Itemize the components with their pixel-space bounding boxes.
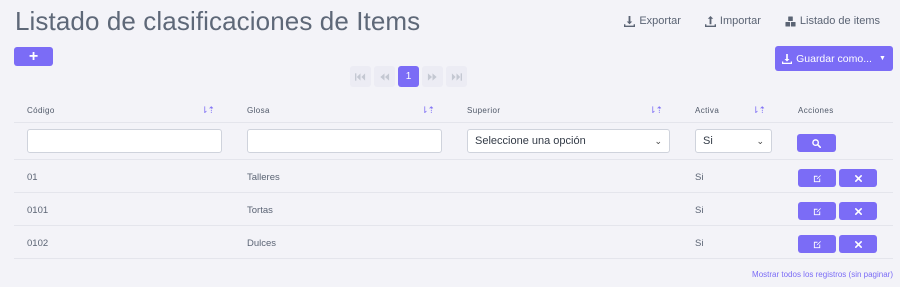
add-button[interactable]: + bbox=[14, 47, 53, 66]
save-as-button[interactable]: Guardar como... ▼ bbox=[775, 46, 893, 71]
header-activa: Activa bbox=[695, 106, 720, 115]
pagination: 1 bbox=[350, 66, 467, 87]
classifications-table: Código ⇂⇡ Glosa ⇂⇡ Superior ⇂⇡ Activa ⇂⇡… bbox=[14, 98, 893, 259]
edit-icon bbox=[813, 240, 821, 248]
table-row: 0102 Dulces Si bbox=[14, 226, 893, 259]
glosa-filter-input[interactable] bbox=[247, 129, 442, 153]
superior-filter-select[interactable]: Seleccione una opción ⌄ bbox=[467, 129, 670, 153]
last-page-icon bbox=[451, 72, 462, 81]
row-codigo: 0102 bbox=[27, 238, 49, 249]
activa-filter-select[interactable]: Si ⌄ bbox=[695, 129, 772, 153]
edit-button[interactable] bbox=[798, 235, 836, 253]
import-label: Importar bbox=[719, 15, 761, 27]
prev-page-button[interactable] bbox=[374, 66, 395, 87]
row-codigo: 01 bbox=[27, 172, 38, 183]
download-icon bbox=[624, 15, 636, 27]
page-title: Listado de clasificaciones de Items bbox=[15, 6, 421, 36]
header-glosa: Glosa bbox=[247, 106, 270, 115]
items-list-label: Listado de items bbox=[799, 15, 880, 27]
row-codigo: 0101 bbox=[27, 205, 49, 216]
last-page-button[interactable] bbox=[446, 66, 467, 87]
upload-icon bbox=[704, 15, 716, 27]
header-acciones: Acciones bbox=[798, 106, 834, 115]
rewind-icon bbox=[380, 72, 390, 81]
save-as-label: Guardar como... bbox=[796, 52, 872, 65]
show-all-records-link[interactable]: Mostrar todos los registros (sin paginar… bbox=[752, 270, 893, 279]
filter-row: Seleccione una opción ⌄ Si ⌄ bbox=[14, 123, 893, 160]
row-activa: Si bbox=[695, 238, 704, 249]
close-icon bbox=[854, 240, 862, 248]
search-button[interactable] bbox=[797, 134, 836, 152]
activa-filter-value: Si bbox=[703, 135, 713, 147]
first-page-icon bbox=[355, 72, 366, 81]
row-glosa: Tortas bbox=[247, 205, 273, 216]
header-superior: Superior bbox=[467, 106, 501, 115]
import-link[interactable]: Importar bbox=[704, 15, 761, 27]
superior-filter-value: Seleccione una opción bbox=[475, 135, 586, 147]
first-page-button[interactable] bbox=[350, 66, 371, 87]
table-row: 0101 Tortas Si bbox=[14, 193, 893, 226]
table-row: 01 Talleres Si bbox=[14, 160, 893, 193]
header-codigo: Código bbox=[27, 106, 55, 115]
sort-icon[interactable]: ⇂⇡ bbox=[649, 105, 663, 116]
sort-icon[interactable]: ⇂⇡ bbox=[752, 105, 766, 116]
row-glosa: Talleres bbox=[247, 172, 280, 183]
delete-button[interactable] bbox=[839, 169, 877, 187]
search-icon bbox=[812, 138, 821, 148]
sort-icon[interactable]: ⇂⇡ bbox=[421, 105, 435, 116]
fast-forward-icon bbox=[427, 72, 437, 81]
edit-button[interactable] bbox=[798, 202, 836, 220]
edit-button[interactable] bbox=[798, 169, 836, 187]
row-activa: Si bbox=[695, 205, 704, 216]
delete-button[interactable] bbox=[839, 235, 877, 253]
export-link[interactable]: Exportar bbox=[624, 15, 681, 27]
export-label: Exportar bbox=[639, 15, 681, 27]
edit-icon bbox=[813, 207, 821, 215]
chevron-down-icon: ⌄ bbox=[654, 135, 662, 146]
close-icon bbox=[854, 207, 862, 215]
table-header: Código ⇂⇡ Glosa ⇂⇡ Superior ⇂⇡ Activa ⇂⇡… bbox=[14, 98, 893, 123]
top-links: Exportar Importar Listado de items bbox=[624, 15, 880, 27]
row-glosa: Dulces bbox=[247, 238, 277, 249]
next-page-button[interactable] bbox=[422, 66, 443, 87]
delete-button[interactable] bbox=[839, 202, 877, 220]
page-1-button[interactable]: 1 bbox=[398, 66, 419, 87]
cubes-icon bbox=[785, 15, 796, 27]
codigo-filter-input[interactable] bbox=[27, 129, 222, 153]
close-icon bbox=[854, 174, 862, 182]
edit-icon bbox=[813, 174, 821, 182]
sort-icon[interactable]: ⇂⇡ bbox=[201, 105, 215, 116]
chevron-down-icon: ▼ bbox=[878, 55, 886, 62]
chevron-down-icon: ⌄ bbox=[756, 135, 764, 146]
download-icon bbox=[782, 53, 793, 64]
row-activa: Si bbox=[695, 172, 704, 183]
items-list-link[interactable]: Listado de items bbox=[785, 15, 880, 27]
